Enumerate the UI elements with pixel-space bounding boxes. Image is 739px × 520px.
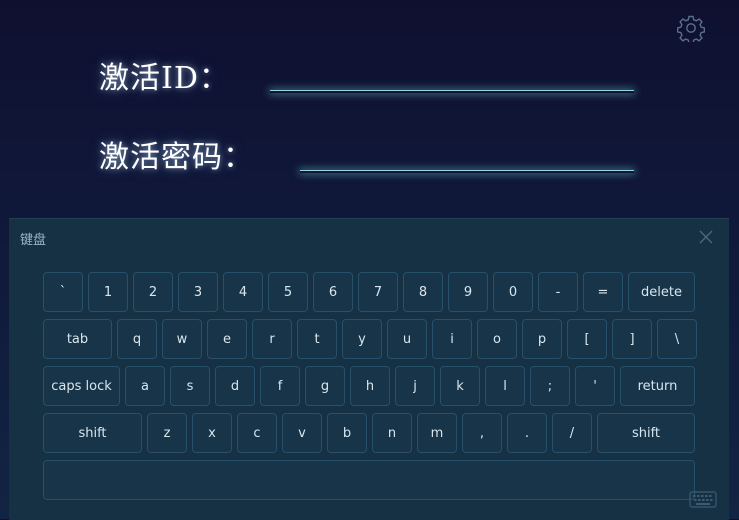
key-caps-lock[interactable]: caps lock (43, 366, 120, 406)
key-7[interactable]: 7 (358, 272, 398, 312)
key-row-5 (43, 460, 695, 500)
key-c[interactable]: c (237, 413, 277, 453)
key-x[interactable]: x (192, 413, 232, 453)
key-8[interactable]: 8 (403, 272, 443, 312)
on-screen-keyboard: 键盘 ` 1 2 3 4 5 6 7 8 9 0 - = delete tab … (9, 218, 729, 520)
key-5[interactable]: 5 (268, 272, 308, 312)
key-g[interactable]: g (305, 366, 345, 406)
key-delete[interactable]: delete (628, 272, 695, 312)
key-z[interactable]: z (147, 413, 187, 453)
key-0[interactable]: 0 (493, 272, 533, 312)
key-1[interactable]: 1 (88, 272, 128, 312)
key-row-1: ` 1 2 3 4 5 6 7 8 9 0 - = delete (43, 272, 695, 312)
key-row-2: tab q w e r t y u i o p [ ] \ (43, 319, 697, 359)
key-n[interactable]: n (372, 413, 412, 453)
activation-password-label: 激活密码： (99, 140, 254, 175)
key-m[interactable]: m (417, 413, 457, 453)
key-tab[interactable]: tab (43, 319, 112, 359)
key-shift-left[interactable]: shift (43, 413, 142, 453)
keyboard-title: 键盘 (20, 233, 47, 248)
key-v[interactable]: v (282, 413, 322, 453)
key-return[interactable]: return (620, 366, 695, 406)
key-left-bracket[interactable]: [ (567, 319, 607, 359)
key-k[interactable]: k (440, 366, 480, 406)
key-minus[interactable]: - (538, 272, 578, 312)
key-w[interactable]: w (162, 319, 202, 359)
key-shift-right[interactable]: shift (597, 413, 695, 453)
keyboard-toggle-button[interactable] (689, 489, 717, 509)
key-9[interactable]: 9 (448, 272, 488, 312)
keyboard-icon (689, 491, 717, 508)
key-i[interactable]: i (432, 319, 472, 359)
key-r[interactable]: r (252, 319, 292, 359)
key-p[interactable]: p (522, 319, 562, 359)
gear-icon (676, 15, 706, 44)
activation-id-input[interactable] (270, 90, 634, 93)
key-6[interactable]: 6 (313, 272, 353, 312)
key-period[interactable]: . (507, 413, 547, 453)
activation-id-label: 激活ID： (99, 61, 230, 96)
settings-button[interactable] (676, 14, 706, 44)
key-row-3: caps lock a s d f g h j k l ; ' return (43, 366, 695, 406)
key-space[interactable] (43, 460, 695, 500)
key-y[interactable]: y (342, 319, 382, 359)
key-h[interactable]: h (350, 366, 390, 406)
key-equals[interactable]: = (583, 272, 623, 312)
key-e[interactable]: e (207, 319, 247, 359)
key-backslash[interactable]: \ (657, 319, 697, 359)
key-2[interactable]: 2 (133, 272, 173, 312)
key-comma[interactable]: , (462, 413, 502, 453)
key-right-bracket[interactable]: ] (612, 319, 652, 359)
key-row-4: shift z x c v b n m , . / shift (43, 413, 695, 453)
key-4[interactable]: 4 (223, 272, 263, 312)
key-backtick[interactable]: ` (43, 272, 83, 312)
key-semicolon[interactable]: ; (530, 366, 570, 406)
key-u[interactable]: u (387, 319, 427, 359)
key-l[interactable]: l (485, 366, 525, 406)
keyboard-keys: ` 1 2 3 4 5 6 7 8 9 0 - = delete tab q w… (43, 272, 697, 507)
key-q[interactable]: q (117, 319, 157, 359)
close-icon (699, 230, 713, 244)
key-slash[interactable]: / (552, 413, 592, 453)
key-a[interactable]: a (125, 366, 165, 406)
key-d[interactable]: d (215, 366, 255, 406)
key-j[interactable]: j (395, 366, 435, 406)
key-3[interactable]: 3 (178, 272, 218, 312)
key-f[interactable]: f (260, 366, 300, 406)
keyboard-close-button[interactable] (697, 228, 715, 246)
key-o[interactable]: o (477, 319, 517, 359)
key-b[interactable]: b (327, 413, 367, 453)
key-s[interactable]: s (170, 366, 210, 406)
activation-password-input[interactable] (300, 170, 634, 173)
key-t[interactable]: t (297, 319, 337, 359)
key-quote[interactable]: ' (575, 366, 615, 406)
